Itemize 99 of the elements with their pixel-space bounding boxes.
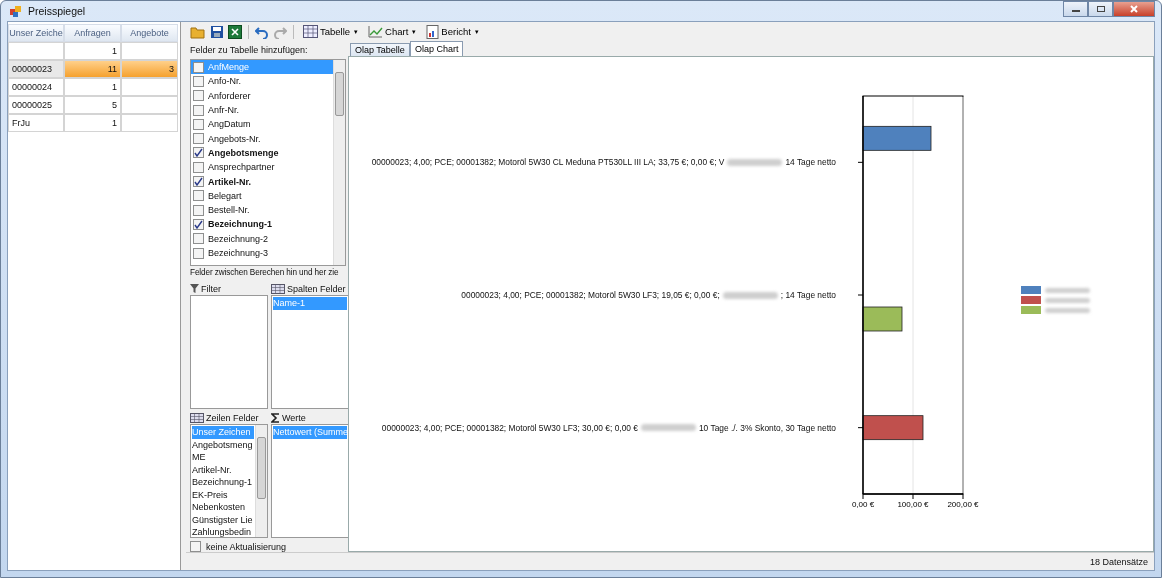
category-label: 14 Tage netto (785, 157, 836, 168)
table-cell: 00000023 (8, 60, 64, 78)
area-heading: Spalten Felder (287, 283, 346, 294)
grid-icon (271, 283, 285, 294)
table-cell: FrJu (8, 114, 64, 132)
blurred-text (1045, 297, 1090, 303)
category-label: 10 Tage ./. 3% Skonto, 30 Tage netto (698, 422, 836, 433)
checkbox[interactable] (193, 233, 204, 245)
area-item[interactable]: ME (192, 451, 254, 464)
blurred-text (722, 291, 778, 299)
field-item[interactable]: Bezeichnung-2 (191, 231, 333, 246)
field-item[interactable]: Artikel-Nr. (191, 174, 333, 189)
checkbox[interactable] (193, 61, 204, 73)
checkbox[interactable] (193, 75, 204, 87)
window-title: Preisspiegel (28, 5, 86, 17)
table-cell: 1 (64, 114, 121, 132)
area-item[interactable]: Zahlungsbedin (192, 526, 254, 537)
grid-icon (190, 412, 204, 423)
status-text: 18 Datensätze (1089, 556, 1148, 567)
blurred-text (640, 424, 696, 432)
blurred-text (1045, 287, 1090, 293)
checkbox-option[interactable]: keine Aktualisierung (190, 541, 346, 552)
table-cell (8, 42, 64, 60)
field-item[interactable]: Bezeichnung-3 (191, 245, 333, 261)
checkbox[interactable] (193, 247, 204, 259)
close-button[interactable] (1113, 1, 1155, 17)
area-heading: Werte (282, 412, 306, 423)
column-header[interactable]: Unser Zeiche (8, 24, 64, 42)
area-item[interactable]: Günstigster Lie (192, 513, 254, 526)
maximize-button[interactable] (1088, 1, 1113, 17)
table-cell: 1 (64, 42, 121, 60)
table-cell (121, 96, 178, 114)
table-cell (121, 78, 178, 96)
table-cell (121, 114, 178, 132)
table-cell (121, 42, 178, 60)
field-item[interactable]: Anforderer (191, 88, 333, 103)
axis-label: 200,00 € (947, 500, 979, 509)
checkbox[interactable] (193, 147, 204, 159)
area-item[interactable]: Angebotsmeng (192, 438, 254, 451)
field-item[interactable]: Bezeichnung-1 (191, 217, 333, 232)
spreadsheet-icon[interactable] (228, 24, 242, 39)
category-label: 00000023; 4,00; PCE; 00001382; Motoröl 5W30 CL Meduna PT530LL III LA; 33,75 €; 0,00 €; V (371, 157, 725, 168)
area-item[interactable]: EK-Preis (192, 488, 254, 501)
app-icon (9, 4, 23, 18)
field-item[interactable]: Angebots-Nr. (191, 131, 333, 146)
blurred-text (727, 158, 783, 166)
field-item[interactable]: Anfr-Nr. (191, 102, 333, 118)
tab[interactable]: Olap Chart (409, 41, 464, 56)
area-heading: Zeilen Felder (206, 412, 259, 423)
field-item[interactable]: Angebotsmenge (191, 145, 333, 161)
redo-icon[interactable] (273, 24, 287, 39)
area-item[interactable]: Bezeichnung-1 (192, 476, 254, 489)
tab[interactable]: Olap Tabelle (350, 43, 410, 56)
area-item[interactable]: Nebenkosten (192, 501, 254, 514)
table-cell: 1 (64, 78, 121, 96)
checkbox[interactable] (193, 190, 204, 202)
category-label: 00000023; 4,00; PCE; 00001382; Motoröl 5W30 LF3; 19,05 €; 0,00 €; (461, 290, 720, 300)
category-label: ; 14 Tage netto (780, 290, 836, 300)
field-item[interactable]: AngDatum (191, 117, 333, 132)
drop-area[interactable] (190, 295, 268, 409)
checkbox[interactable] (193, 90, 204, 102)
filter-icon (190, 284, 199, 293)
column-header[interactable]: Anfragen (64, 24, 121, 42)
checkbox[interactable] (193, 176, 204, 187)
hint-text: Felder zwischen Berechen hin und her zie (190, 268, 340, 279)
checkbox[interactable] (193, 104, 204, 116)
table-cell: 11 (64, 60, 121, 78)
table-cell: 3 (121, 60, 178, 78)
sigma-icon (271, 412, 280, 423)
category-label: 00000023; 4,00; PCE; 00001382; Motoröl 5W30 LF3; 30,00 €; 0,00 € (381, 422, 638, 433)
table-icon (303, 25, 318, 38)
panel-heading: Felder zu Tabelle hinzufügen: (190, 45, 309, 57)
axis-label: 100,00 € (897, 500, 929, 509)
checkbox[interactable] (193, 161, 204, 173)
undo-icon[interactable] (255, 24, 269, 39)
field-item[interactable]: Anfo-Nr. (191, 74, 333, 89)
field-item[interactable]: Bestell-Nr. (191, 202, 333, 218)
save-icon[interactable] (210, 24, 224, 39)
scrollbar[interactable] (255, 425, 267, 537)
table-cell: 00000024 (8, 78, 64, 96)
checkbox[interactable] (193, 133, 204, 145)
scrollbar[interactable] (333, 60, 345, 265)
area-item[interactable]: Artikel-Nr. (192, 463, 254, 476)
report-icon (426, 24, 440, 39)
axis-label: 0,00 € (851, 500, 875, 509)
close-icon (1129, 5, 1139, 13)
field-item[interactable]: Belegart (191, 188, 333, 203)
area-heading: Filter (201, 283, 221, 294)
table-cell: 5 (64, 96, 121, 114)
checkbox[interactable] (193, 118, 204, 130)
line-chart-icon (368, 25, 384, 38)
column-header[interactable]: Angebote (121, 24, 178, 42)
maximize-icon (1095, 5, 1106, 13)
checkbox[interactable] (193, 218, 204, 230)
table-cell: 00000025 (8, 96, 64, 114)
minimize-button[interactable] (1063, 1, 1088, 17)
checkbox[interactable] (193, 204, 204, 216)
field-item[interactable]: Ansprechpartner (191, 160, 333, 175)
blurred-text (1045, 307, 1090, 313)
